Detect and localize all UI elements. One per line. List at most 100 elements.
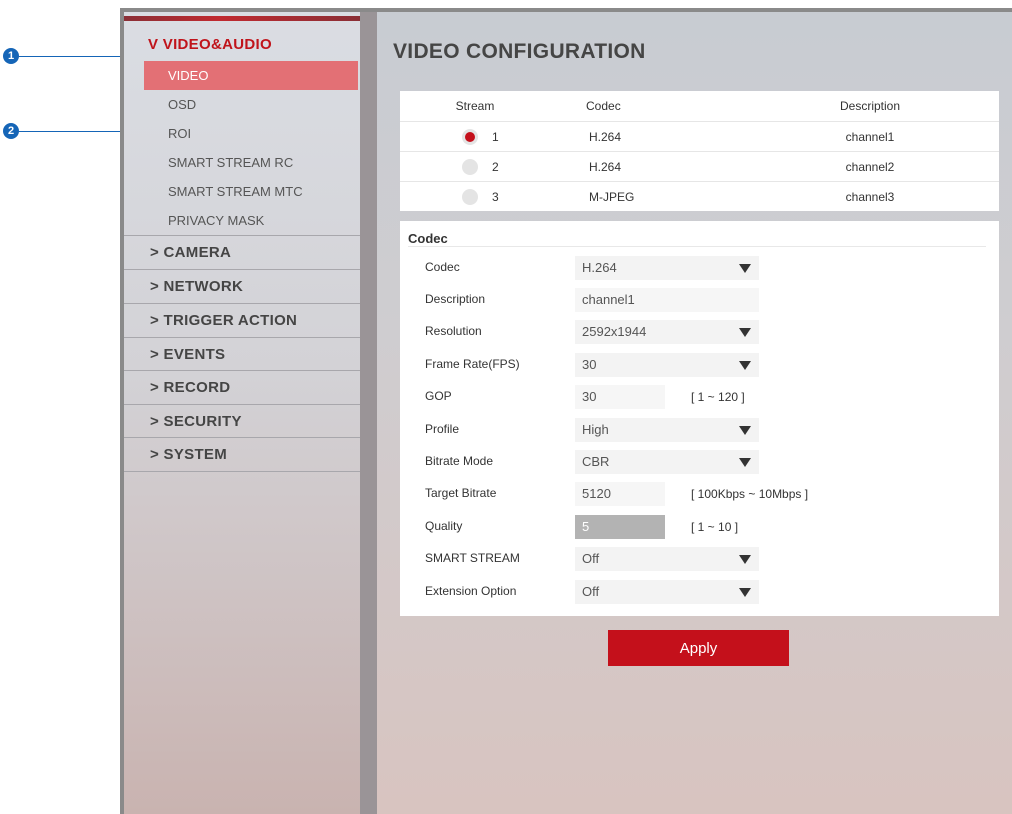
field-row-bitrate-mode: Bitrate Mode CBR — [400, 449, 999, 475]
profile-label: Profile — [425, 422, 460, 436]
description-label: Description — [425, 292, 486, 306]
quality-input: 5 — [575, 515, 665, 539]
description-value: channel1 — [582, 292, 635, 307]
stream-number: 3 — [492, 190, 499, 204]
table-row[interactable]: 2 H.264 channel2 — [400, 151, 999, 181]
smart-stream-label: SMART STREAM — [425, 551, 520, 565]
sidebar-item-network[interactable]: > NETWORK — [124, 269, 360, 303]
stream-table: Stream Codec Description 1 H.264 channel… — [400, 91, 999, 211]
sidebar-divider — [124, 471, 360, 472]
field-row-frame-rate: Frame Rate(FPS) 30 — [400, 352, 999, 378]
caret-down-icon — [739, 264, 751, 273]
stream-description: channel3 — [845, 190, 895, 204]
field-row-target-bitrate: Target Bitrate 5120 [ 100Kbps ~ 10Mbps ] — [400, 481, 999, 507]
stream-codec: M-JPEG — [589, 190, 635, 204]
table-row[interactable]: 1 H.264 channel1 — [400, 121, 999, 151]
gop-value: 30 — [582, 389, 597, 404]
resolution-value: 2592x1944 — [582, 324, 647, 339]
quality-value: 5 — [582, 519, 590, 534]
field-row-codec: Codec H.264 — [400, 255, 999, 281]
extension-option-value: Off — [582, 584, 600, 599]
field-row-gop: GOP 30 [ 1 ~ 120 ] — [400, 384, 999, 410]
gop-range: [ 1 ~ 120 ] — [691, 390, 745, 404]
sidebar-item-record[interactable]: > RECORD — [124, 370, 360, 404]
description-input[interactable]: channel1 — [575, 288, 759, 312]
frame-rate-label: Frame Rate(FPS) — [425, 357, 520, 371]
bitrate-mode-value: CBR — [582, 454, 610, 469]
bitrate-mode-label: Bitrate Mode — [425, 454, 494, 468]
stream-number: 2 — [492, 160, 499, 174]
caret-down-icon — [739, 328, 751, 337]
stream-description: channel1 — [845, 130, 895, 144]
sidebar-item-events[interactable]: > EVENTS — [124, 337, 360, 371]
sidebar-item-security[interactable]: > SECURITY — [124, 404, 360, 438]
sidebar-item-system[interactable]: > SYSTEM — [124, 437, 360, 471]
caret-down-icon — [739, 588, 751, 597]
caret-down-icon — [739, 426, 751, 435]
extension-option-label: Extension Option — [425, 584, 517, 598]
table-row[interactable]: 3 M-JPEG channel3 — [400, 181, 999, 211]
callout-badge-2: 2 — [3, 123, 19, 139]
frame-rate-value: 30 — [582, 357, 597, 372]
sidebar-item-osd[interactable]: OSD — [144, 90, 358, 119]
codec-panel-title: Codec — [408, 231, 986, 247]
resolution-label: Resolution — [425, 324, 482, 338]
smart-stream-select[interactable]: Off — [575, 547, 759, 571]
profile-value: High — [582, 422, 609, 437]
stream-codec: H.264 — [589, 160, 622, 174]
field-row-description: Description channel1 — [400, 287, 999, 313]
sidebar-item-roi[interactable]: ROI — [144, 119, 358, 148]
target-bitrate-range: [ 100Kbps ~ 10Mbps ] — [691, 487, 809, 501]
header-codec: Codec — [586, 99, 621, 113]
panel-splitter — [360, 12, 377, 814]
smart-stream-value: Off — [582, 551, 600, 566]
sidebar-item-camera[interactable]: > CAMERA — [124, 235, 360, 269]
manual-screenshot: 1 2 V VIDEO&AUDIO VIDEO OSD ROI SMART ST… — [0, 0, 1012, 814]
table-header: Stream Codec Description — [400, 91, 999, 121]
bitrate-mode-select[interactable]: CBR — [575, 450, 759, 474]
target-bitrate-value: 5120 — [582, 486, 611, 501]
codec-panel: Codec Codec H.264 Description channel1 R… — [400, 221, 999, 616]
profile-select[interactable]: High — [575, 418, 759, 442]
frame-rate-select[interactable]: 30 — [575, 353, 759, 377]
sidebar-item-video[interactable]: VIDEO — [144, 61, 358, 90]
sidebar: V VIDEO&AUDIO VIDEO OSD ROI SMART STREAM… — [124, 12, 360, 814]
header-description: Description — [839, 99, 901, 113]
sidebar-item-privacy-mask[interactable]: PRIVACY MASK — [144, 206, 358, 235]
radio-icon[interactable] — [462, 189, 478, 205]
radio-icon[interactable] — [462, 129, 478, 145]
caret-down-icon — [739, 361, 751, 370]
stream-codec: H.264 — [589, 130, 622, 144]
sidebar-section-video-audio[interactable]: V VIDEO&AUDIO — [148, 36, 272, 53]
resolution-select[interactable]: 2592x1944 — [575, 320, 759, 344]
codec-value: H.264 — [582, 260, 617, 275]
stream-description: channel2 — [845, 160, 895, 174]
gop-label: GOP — [425, 389, 452, 403]
quality-range: [ 1 ~ 10 ] — [691, 520, 739, 534]
extension-option-select[interactable]: Off — [575, 580, 759, 604]
callout-badge-1: 1 — [3, 48, 19, 64]
field-row-quality: Quality 5 [ 1 ~ 10 ] — [400, 514, 999, 540]
sidebar-item-smart-stream-rc[interactable]: SMART STREAM RC — [144, 148, 358, 177]
target-bitrate-input[interactable]: 5120 — [575, 482, 665, 506]
page-title: VIDEO CONFIGURATION — [393, 40, 646, 63]
target-bitrate-label: Target Bitrate — [425, 486, 497, 500]
stream-number: 1 — [492, 130, 499, 144]
main-content: VIDEO CONFIGURATION Stream Codec Descrip… — [377, 12, 1012, 814]
field-row-extension-option: Extension Option Off — [400, 579, 999, 605]
codec-select[interactable]: H.264 — [575, 256, 759, 280]
header-stream: Stream — [455, 99, 495, 113]
field-row-smart-stream: SMART STREAM Off — [400, 546, 999, 572]
sidebar-item-trigger-action[interactable]: > TRIGGER ACTION — [124, 303, 360, 337]
field-row-profile: Profile High — [400, 417, 999, 443]
sidebar-top-bar — [124, 16, 360, 21]
caret-down-icon — [739, 555, 751, 564]
sidebar-item-smart-stream-mtc[interactable]: SMART STREAM MTC — [144, 177, 358, 206]
apply-button[interactable]: Apply — [608, 630, 789, 666]
gop-input[interactable]: 30 — [575, 385, 665, 409]
caret-down-icon — [739, 458, 751, 467]
field-row-resolution: Resolution 2592x1944 — [400, 319, 999, 345]
radio-icon[interactable] — [462, 159, 478, 175]
quality-label: Quality — [425, 519, 463, 533]
codec-label: Codec — [425, 260, 460, 274]
